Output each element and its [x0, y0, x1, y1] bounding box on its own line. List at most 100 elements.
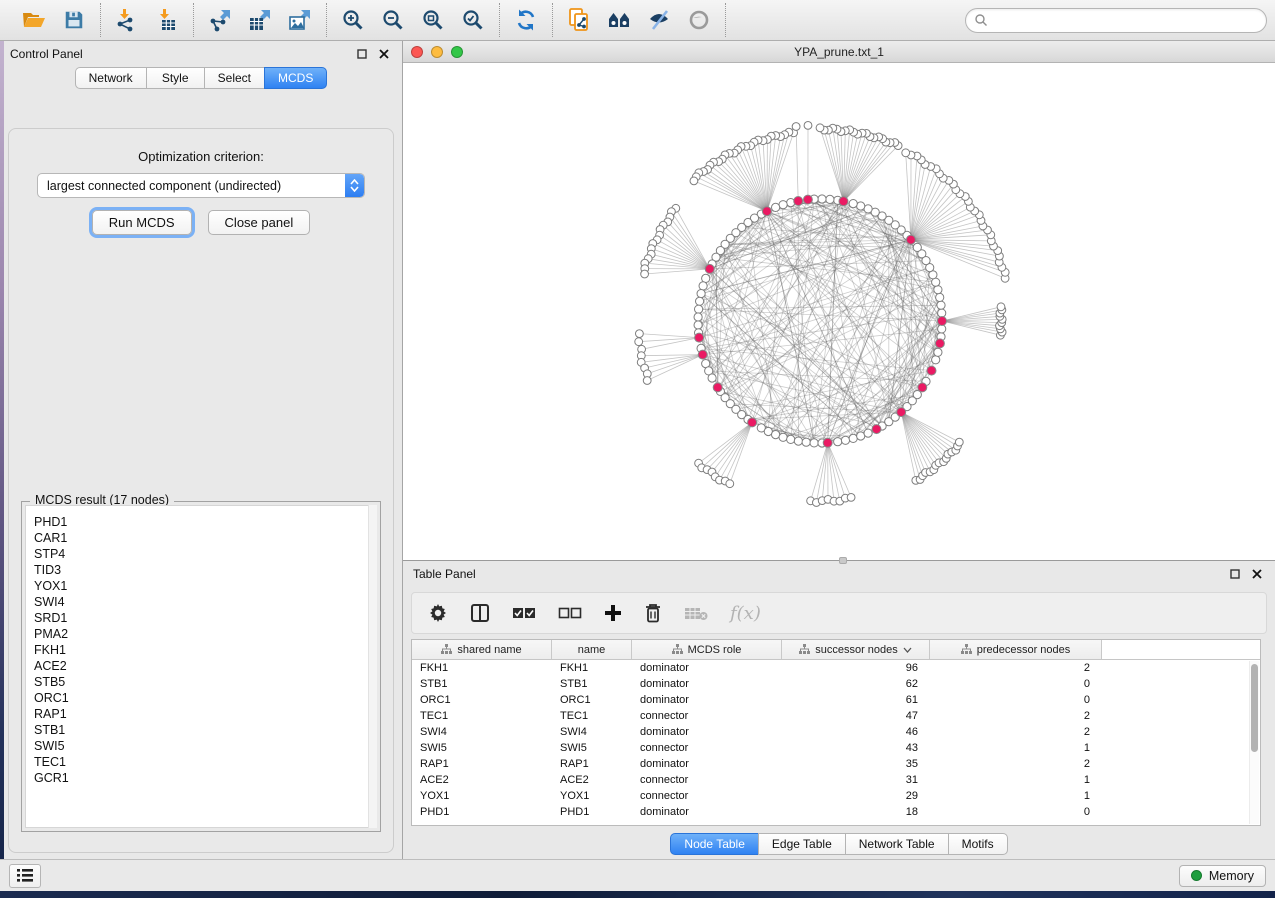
layout-group	[500, 3, 553, 37]
zoom-selected-button[interactable]	[453, 4, 493, 36]
column-header-successor-nodes[interactable]: successor nodes	[782, 640, 930, 659]
status-bar: Memory	[0, 859, 1275, 891]
search-input[interactable]	[988, 12, 1258, 28]
splitter-handle[interactable]	[839, 557, 847, 564]
import-network-button[interactable]	[107, 4, 147, 36]
zoom-in-button[interactable]	[333, 4, 373, 36]
mcds-result-item[interactable]: ACE2	[26, 658, 376, 674]
table-cell: connector	[632, 708, 782, 724]
function-builder-button[interactable]: f(x)	[730, 600, 761, 626]
add-column-button[interactable]	[604, 600, 622, 626]
mcds-result-item[interactable]: GCR1	[26, 770, 376, 786]
mcds-result-item[interactable]: PMA2	[26, 626, 376, 642]
table-row[interactable]: ACE2ACE2connector311	[412, 772, 1260, 788]
table-row[interactable]: FKH1FKH1dominator962	[412, 660, 1260, 676]
table-cell: 2	[930, 708, 1102, 724]
column-header-name[interactable]: name	[552, 640, 632, 659]
clone-network-button[interactable]	[559, 4, 599, 36]
mcds-result-item[interactable]: SWI4	[26, 594, 376, 610]
table-row[interactable]: TEC1TEC1connector472	[412, 708, 1260, 724]
table-cell: 31	[782, 772, 930, 788]
tab-select[interactable]: Select	[204, 67, 264, 89]
export-image-button[interactable]	[280, 4, 320, 36]
control-panel: Control Panel Network Style Select MCDS …	[0, 41, 403, 859]
tab-mcds[interactable]: MCDS	[264, 67, 327, 89]
column-type-icon	[799, 644, 810, 655]
table-row[interactable]: STB1STB1dominator620	[412, 676, 1260, 692]
save-session-button[interactable]	[54, 4, 94, 36]
table-settings-button[interactable]	[428, 600, 448, 626]
mcds-result-item[interactable]: RAP1	[26, 706, 376, 722]
delete-table-button[interactable]	[684, 600, 708, 626]
open-session-button[interactable]	[14, 4, 54, 36]
hide-selected-button[interactable]	[639, 4, 679, 36]
desktop-wallpaper-sliver	[0, 41, 4, 859]
network-canvas[interactable]	[403, 63, 1275, 560]
deselect-all-button[interactable]	[558, 600, 582, 626]
mcds-result-item[interactable]: PHD1	[26, 514, 376, 530]
select-all-button[interactable]	[512, 600, 536, 626]
run-mcds-button[interactable]: Run MCDS	[92, 210, 192, 235]
selected-option: largest connected component (undirected)	[38, 179, 345, 193]
table-row[interactable]: ORC1ORC1dominator610	[412, 692, 1260, 708]
table-scrollbar[interactable]	[1249, 661, 1259, 824]
delete-column-button[interactable]	[644, 600, 662, 626]
mcds-result-item[interactable]: YOX1	[26, 578, 376, 594]
show-all-button[interactable]	[679, 4, 719, 36]
column-header-predecessor-nodes[interactable]: predecessor nodes	[930, 640, 1102, 659]
mcds-result-item[interactable]: SRD1	[26, 610, 376, 626]
tab-network[interactable]: Network	[75, 67, 146, 89]
mcds-result-item[interactable]: STP4	[26, 546, 376, 562]
export-table-button[interactable]	[240, 4, 280, 36]
table-row[interactable]: SWI4SWI4dominator462	[412, 724, 1260, 740]
memory-button[interactable]: Memory	[1179, 865, 1266, 887]
table-cell: TEC1	[552, 708, 632, 724]
tab-motifs[interactable]: Motifs	[948, 833, 1008, 855]
column-header-shared-name[interactable]: shared name	[412, 640, 552, 659]
zoom-fit-button[interactable]	[413, 4, 453, 36]
mcds-result-item[interactable]: STB5	[26, 674, 376, 690]
column-panel-button[interactable]	[470, 600, 490, 626]
zoom-selected-icon	[461, 8, 485, 32]
table-cell: 18	[782, 804, 930, 820]
import-table-button[interactable]	[147, 4, 187, 36]
float-panel-button[interactable]	[354, 46, 370, 62]
tab-network-table[interactable]: Network Table	[845, 833, 948, 855]
columns-icon	[470, 603, 490, 623]
first-neighbors-button[interactable]	[599, 4, 639, 36]
mcds-result-item[interactable]: ORC1	[26, 690, 376, 706]
table-row[interactable]: SWI5SWI5connector431	[412, 740, 1260, 756]
network-window-titlebar[interactable]: YPA_prune.txt_1	[403, 41, 1275, 63]
close-panel-button-mcds[interactable]: Close panel	[208, 210, 311, 235]
mcds-result-item[interactable]: TID3	[26, 562, 376, 578]
mcds-result-list[interactable]: PHD1CAR1STP4TID3YOX1SWI4SRD1PMA2FKH1ACE2…	[25, 505, 377, 828]
zoom-out-button[interactable]	[373, 4, 413, 36]
mcds-result-item[interactable]: STB1	[26, 722, 376, 738]
table-row[interactable]: RAP1RAP1dominator352	[412, 756, 1260, 772]
tab-node-table[interactable]: Node Table	[670, 833, 758, 855]
optimization-criterion-select[interactable]: largest connected component (undirected)	[37, 173, 365, 198]
save-floppy-icon	[63, 9, 85, 31]
mcds-result-item[interactable]: SWI5	[26, 738, 376, 754]
network-window-title: YPA_prune.txt_1	[403, 45, 1275, 59]
result-list-scrollbar[interactable]	[368, 505, 377, 828]
table-row[interactable]: YOX1YOX1connector291	[412, 788, 1260, 804]
mcds-result-item[interactable]: TEC1	[26, 754, 376, 770]
close-table-panel-button[interactable]	[1249, 566, 1265, 582]
tab-edge-table[interactable]: Edge Table	[758, 833, 845, 855]
column-header-mcds-role[interactable]: MCDS role	[632, 640, 782, 659]
task-history-button[interactable]	[9, 864, 41, 888]
zoom-out-icon	[381, 8, 405, 32]
tab-style[interactable]: Style	[146, 67, 204, 89]
mcds-result-item[interactable]: FKH1	[26, 642, 376, 658]
table-cell: dominator	[632, 692, 782, 708]
float-table-panel-button[interactable]	[1227, 566, 1243, 582]
table-cell: 0	[930, 676, 1102, 692]
close-panel-button[interactable]	[376, 46, 392, 62]
table-scrollbar-thumb[interactable]	[1251, 664, 1258, 752]
apply-layout-button[interactable]	[506, 4, 546, 36]
export-network-button[interactable]	[200, 4, 240, 36]
table-row[interactable]: PHD1PHD1dominator180	[412, 804, 1260, 820]
table-cell: PHD1	[552, 804, 632, 820]
mcds-result-item[interactable]: CAR1	[26, 530, 376, 546]
